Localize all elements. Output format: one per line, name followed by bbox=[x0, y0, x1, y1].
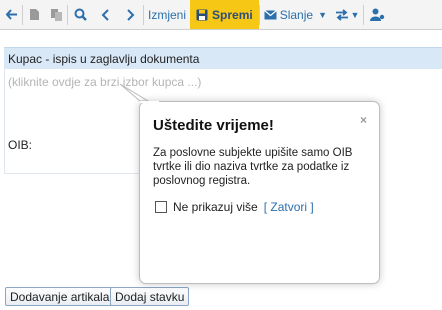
close-icon[interactable]: × bbox=[360, 113, 367, 127]
section-border bbox=[4, 173, 140, 174]
oib-label: OIB: bbox=[8, 138, 33, 152]
close-link[interactable]: [ Zatvori ] bbox=[264, 200, 314, 214]
save-label: Spremi bbox=[212, 7, 253, 22]
arrow-left-icon[interactable] bbox=[0, 0, 22, 29]
section-border bbox=[4, 69, 5, 173]
caret-down-icon: ▼ bbox=[318, 9, 327, 20]
copy-icon[interactable] bbox=[45, 0, 67, 29]
tip-popup: Uštedite vrijeme! × Za poslovne subjekte… bbox=[139, 101, 380, 284]
dont-show-again-checkbox[interactable] bbox=[155, 201, 167, 213]
dont-show-again-option: Ne prikazuj više [ Zatvori ] bbox=[155, 200, 314, 214]
popup-message: Za poslovne subjekte upišite samo OIB tv… bbox=[153, 147, 353, 187]
envelope-icon bbox=[263, 9, 277, 19]
add-articles-button[interactable]: Dodavanje artikala bbox=[5, 287, 115, 306]
send-label: Slanje bbox=[279, 7, 314, 22]
pointer-join bbox=[140, 101, 159, 103]
document-icon[interactable] bbox=[23, 0, 45, 29]
send-button[interactable]: Slanje ▼ bbox=[260, 0, 331, 29]
chevron-left-icon[interactable] bbox=[93, 0, 118, 29]
dont-show-again-label[interactable]: Ne prikazuj više bbox=[173, 200, 258, 214]
transfer-button[interactable]: ▼ bbox=[331, 0, 363, 29]
save-button[interactable]: Spremi bbox=[190, 0, 259, 29]
caret-down-icon: ▼ bbox=[350, 9, 360, 20]
exchange-icon bbox=[335, 8, 348, 21]
search-icon[interactable] bbox=[68, 0, 93, 29]
chevron-right-icon[interactable] bbox=[118, 0, 143, 29]
customer-section-header: Kupac - ispis u zaglavlju dokumenta bbox=[4, 47, 442, 69]
customer-picker[interactable]: (kliknite ovdje za brzi izbor kupca ...) bbox=[8, 75, 201, 89]
edit-button[interactable]: Izmjeni bbox=[144, 0, 190, 29]
popup-title: Uštedite vrijeme! bbox=[153, 117, 274, 134]
user-settings-icon[interactable] bbox=[364, 0, 392, 29]
toolbar: Izmjeni Spremi Slanje ▼ ▼ bbox=[0, 0, 442, 30]
add-item-button[interactable]: Dodaj stavku bbox=[110, 287, 190, 306]
floppy-icon bbox=[196, 9, 208, 20]
